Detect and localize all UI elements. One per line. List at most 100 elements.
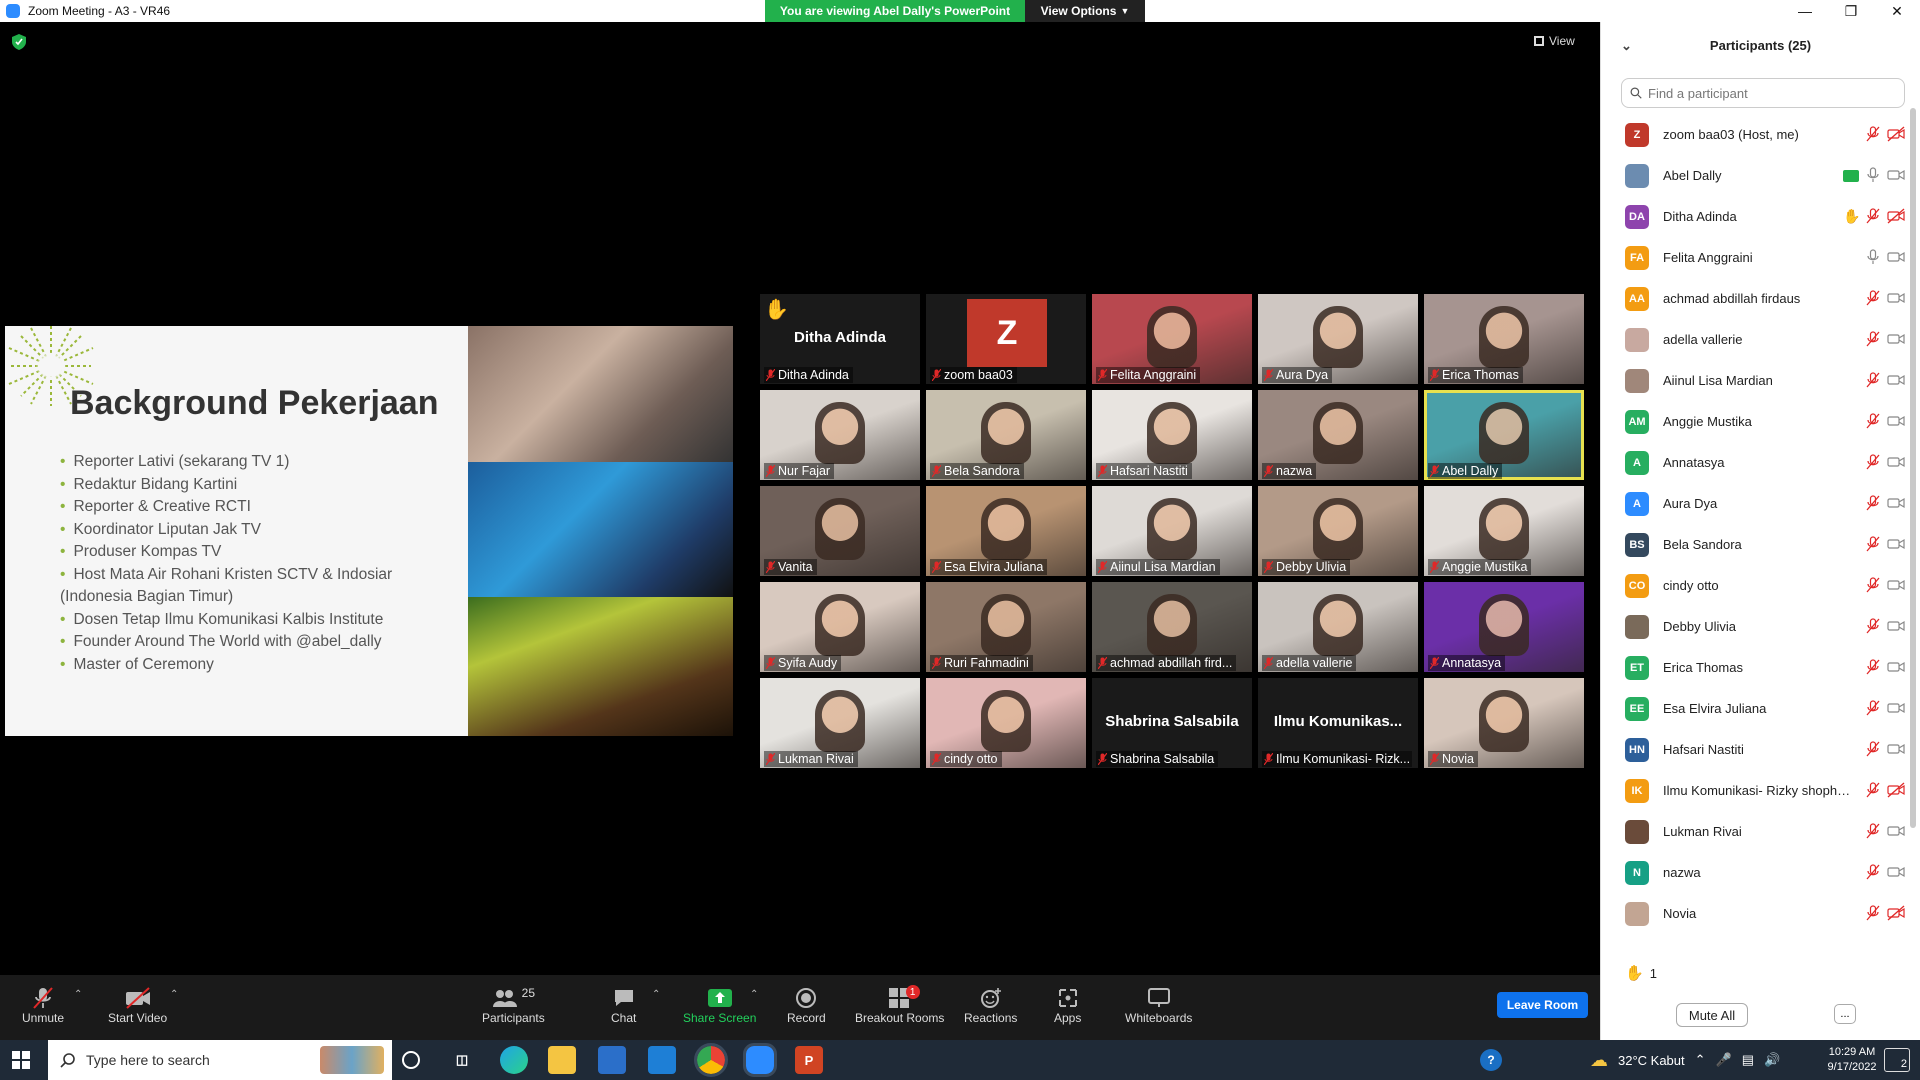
video-tile[interactable]: Nur Fajar xyxy=(760,390,920,480)
video-tile[interactable]: Felita Anggraini xyxy=(1092,294,1252,384)
video-tile[interactable]: achmad abdillah fird... xyxy=(1092,582,1252,672)
video-icon[interactable] xyxy=(1887,372,1905,388)
volume-icon[interactable]: 🔊 xyxy=(1764,1052,1780,1068)
video-tile[interactable]: Abel Dally xyxy=(1424,390,1584,480)
clock[interactable]: 10:29 AM 9/17/2022 xyxy=(1818,1045,1886,1075)
participant-row[interactable]: DA Ditha Adinda ✋ xyxy=(1601,196,1911,237)
video-icon[interactable] xyxy=(1887,454,1905,470)
video-tile[interactable]: Ilmu Komunikas... Ilmu Komunikasi- Rizk..… xyxy=(1258,678,1418,768)
mic-muted-icon[interactable] xyxy=(1865,126,1881,142)
video-icon[interactable] xyxy=(1887,659,1905,675)
view-options-button[interactable]: View Options ▼ xyxy=(1025,0,1145,22)
file-explorer-icon[interactable] xyxy=(548,1046,576,1074)
mic-muted-icon[interactable] xyxy=(1865,618,1881,634)
video-tile[interactable]: Aiinul Lisa Mardian xyxy=(1092,486,1252,576)
mic-muted-icon[interactable] xyxy=(1865,782,1881,798)
reactions-button[interactable]: Reactions xyxy=(964,985,1017,1025)
collapse-chevron-icon[interactable]: ⌄ xyxy=(1621,38,1632,54)
video-options-caret-icon[interactable]: ⌃ xyxy=(170,989,178,1000)
video-tile[interactable]: Novia xyxy=(1424,678,1584,768)
video-tile[interactable]: Lukman Rivai xyxy=(760,678,920,768)
video-tile[interactable]: Debby Ulivia xyxy=(1258,486,1418,576)
mic-muted-icon[interactable] xyxy=(1865,290,1881,306)
microphone-icon[interactable]: 🎤 xyxy=(1716,1052,1732,1068)
mic-muted-icon[interactable] xyxy=(1865,372,1881,388)
video-off-icon[interactable] xyxy=(1887,126,1905,142)
video-tile[interactable]: nazwa xyxy=(1258,390,1418,480)
video-icon[interactable] xyxy=(1887,495,1905,511)
minimize-icon[interactable]: — xyxy=(1782,0,1828,22)
unmute-button[interactable]: Unmute xyxy=(22,985,64,1025)
mic-muted-icon[interactable] xyxy=(1865,905,1881,921)
video-icon[interactable] xyxy=(1887,618,1905,634)
participant-row[interactable]: AA achmad abdillah firdaus xyxy=(1601,278,1911,319)
participant-row[interactable]: CO cindy otto xyxy=(1601,565,1911,606)
participant-row[interactable]: IK Ilmu Komunikasi- Rizky shophia... xyxy=(1601,770,1911,811)
mic-icon[interactable] xyxy=(1865,249,1881,265)
video-icon[interactable] xyxy=(1887,290,1905,306)
breakout-rooms-button[interactable]: 1 Breakout Rooms xyxy=(855,985,944,1025)
edge-browser-icon[interactable] xyxy=(500,1046,528,1074)
zoom-app-icon[interactable] xyxy=(743,1043,777,1077)
task-view-icon[interactable]: ◫ xyxy=(448,1046,476,1074)
video-tile[interactable]: Zzoom baa03 xyxy=(926,294,1086,384)
whiteboards-button[interactable]: Whiteboards xyxy=(1125,985,1192,1025)
participant-row[interactable]: EE Esa Elvira Juliana xyxy=(1601,688,1911,729)
video-tile[interactable]: Ruri Fahmadini xyxy=(926,582,1086,672)
share-caret-icon[interactable]: ⌃ xyxy=(750,989,758,1000)
participant-row[interactable]: HN Hafsari Nastiti xyxy=(1601,729,1911,770)
video-icon[interactable] xyxy=(1887,536,1905,552)
participant-row[interactable]: A Annatasya xyxy=(1601,442,1911,483)
participant-row[interactable]: FA Felita Anggraini xyxy=(1601,237,1911,278)
mic-muted-icon[interactable] xyxy=(1865,413,1881,429)
video-tile[interactable]: Bela Sandora xyxy=(926,390,1086,480)
participant-row[interactable]: Abel Dally xyxy=(1601,155,1911,196)
video-off-icon[interactable] xyxy=(1887,782,1905,798)
participants-button[interactable]: 25 Participants xyxy=(482,985,545,1025)
chat-button[interactable]: Chat xyxy=(611,985,636,1025)
video-tile[interactable]: Shabrina Salsabila Shabrina Salsabila xyxy=(1092,678,1252,768)
participant-row[interactable]: AM Anggie Mustika xyxy=(1601,401,1911,442)
participant-row[interactable]: Zzoom baa03 (Host, me) xyxy=(1601,114,1911,155)
mail-icon[interactable] xyxy=(648,1046,676,1074)
video-tile[interactable]: Syifa Audy xyxy=(760,582,920,672)
powerpoint-icon[interactable]: P xyxy=(795,1046,823,1074)
share-screen-button[interactable]: Share Screen xyxy=(683,985,756,1025)
participant-row[interactable]: BS Bela Sandora xyxy=(1601,524,1911,565)
audio-options-caret-icon[interactable]: ⌃ xyxy=(74,989,82,1000)
network-icon[interactable]: ▤ xyxy=(1742,1052,1754,1068)
video-icon[interactable] xyxy=(1887,413,1905,429)
participant-row[interactable]: Nnazwa xyxy=(1601,852,1911,893)
view-button[interactable]: View xyxy=(1534,34,1575,48)
mute-all-button[interactable]: Mute All xyxy=(1676,1003,1748,1027)
mic-muted-icon[interactable] xyxy=(1865,700,1881,716)
mic-muted-icon[interactable] xyxy=(1865,331,1881,347)
leave-room-button[interactable]: Leave Room xyxy=(1497,992,1588,1018)
video-off-icon[interactable] xyxy=(1887,208,1905,224)
mic-muted-icon[interactable] xyxy=(1865,659,1881,675)
video-icon[interactable] xyxy=(1887,167,1905,183)
video-tile[interactable]: ✋ Ditha Adinda Ditha Adinda xyxy=(760,294,920,384)
apps-button[interactable]: Apps xyxy=(1054,985,1081,1025)
video-tile[interactable]: Aura Dya xyxy=(1258,294,1418,384)
chevron-up-icon[interactable]: ⌃ xyxy=(1695,1052,1706,1068)
participant-row[interactable]: ET Erica Thomas xyxy=(1601,647,1911,688)
video-tile[interactable]: Annatasya xyxy=(1424,582,1584,672)
restore-icon[interactable]: ❐ xyxy=(1828,0,1874,22)
video-icon[interactable] xyxy=(1887,864,1905,880)
chrome-icon[interactable] xyxy=(694,1043,728,1077)
mic-muted-icon[interactable] xyxy=(1865,208,1881,224)
mic-muted-icon[interactable] xyxy=(1865,495,1881,511)
mic-muted-icon[interactable] xyxy=(1865,454,1881,470)
record-button[interactable]: Record xyxy=(787,985,826,1025)
taskbar-search-input[interactable]: Type here to search xyxy=(48,1040,392,1080)
start-video-button[interactable]: Start Video xyxy=(108,985,167,1025)
mic-muted-icon[interactable] xyxy=(1865,577,1881,593)
store-icon[interactable] xyxy=(598,1046,626,1074)
notifications-button[interactable]: 2 xyxy=(1884,1048,1910,1072)
video-icon[interactable] xyxy=(1887,741,1905,757)
video-tile[interactable]: Esa Elvira Juliana xyxy=(926,486,1086,576)
mic-muted-icon[interactable] xyxy=(1865,823,1881,839)
chat-caret-icon[interactable]: ⌃ xyxy=(652,989,660,1000)
video-tile[interactable]: Vanita xyxy=(760,486,920,576)
